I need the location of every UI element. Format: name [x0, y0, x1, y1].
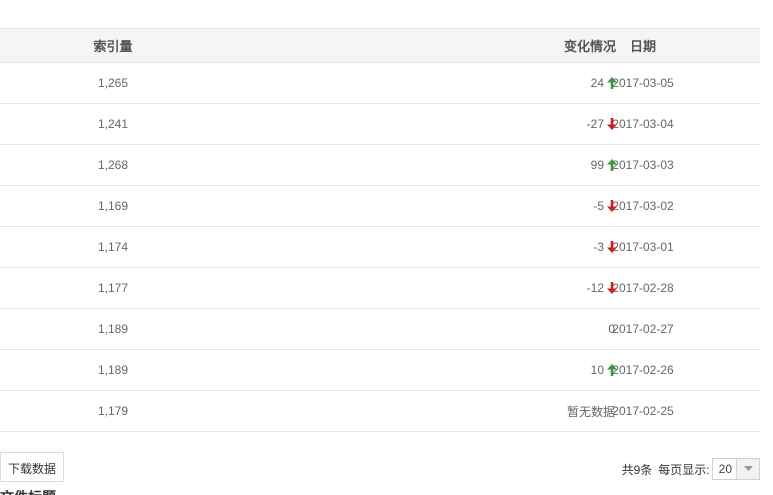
total-count: 共9条 — [621, 462, 653, 477]
change-wrapper: 0 — [226, 322, 618, 336]
change-value: -5 — [593, 199, 604, 213]
table-row: 1,265 24 2017-03-05 — [0, 62, 760, 104]
cell-index-count: 1,179 — [0, 390, 226, 432]
cell-change: -27 — [226, 103, 617, 145]
table-row: 1,179 暂无数据 2017-02-25 — [0, 390, 760, 432]
change-wrapper: 10 — [226, 363, 618, 377]
page: 索引量 变化情况 日期 1,265 24 2017-03-05 1,241 -27 201… — [0, 0, 773, 495]
header-change-label: 变化情况 — [563, 39, 616, 54]
cell-index-count: 1,169 — [0, 185, 226, 227]
change-value: 暂无数据 — [566, 404, 615, 419]
header-index-count: 索引量 — [0, 28, 226, 63]
table-header: 索引量 变化情况 日期 — [0, 28, 760, 63]
change-value: -3 — [593, 240, 604, 254]
table-row: 1,169 -5 2017-03-02 — [0, 185, 760, 227]
index-table: 索引量 变化情况 日期 1,265 24 2017-03-05 1,241 -27 201… — [0, 28, 760, 432]
table-row: 1,268 99 2017-03-03 — [0, 144, 760, 186]
change-value: 10 — [590, 363, 604, 377]
change-wrapper: 24 — [226, 76, 618, 90]
section-heading-partial: 文件标题 — [0, 490, 56, 495]
table-row: 1,189 0 2017-02-27 — [0, 308, 760, 350]
cell-index-count: 1,189 — [0, 349, 226, 391]
table-row: 1,177 -12 2017-02-28 — [0, 267, 760, 309]
cell-index-count: 1,268 — [0, 144, 226, 186]
index-table-wrapper: 索引量 变化情况 日期 1,265 24 2017-03-05 1,241 -27 201… — [0, 28, 760, 432]
cell-index-count: 1,265 — [0, 62, 226, 104]
cell-change: 10 — [226, 349, 617, 391]
per-page-label: 每页显示: — [658, 462, 710, 477]
cell-index-count: 1,189 — [0, 308, 226, 350]
change-wrapper: 99 — [226, 158, 618, 172]
table-row: 1,174 -3 2017-03-01 — [0, 226, 760, 268]
cell-change: -12 — [226, 267, 617, 309]
chevron-down-icon[interactable] — [736, 459, 759, 479]
cell-change: 24 — [226, 62, 617, 104]
change-wrapper: 暂无数据 — [226, 403, 618, 420]
table-row: 1,241 -27 2017-03-04 — [0, 103, 760, 145]
download-data-button[interactable]: 下载数据 — [0, 452, 64, 482]
change-wrapper: -27 — [226, 117, 618, 131]
change-wrapper: -3 — [226, 240, 618, 254]
change-value: 99 — [590, 158, 604, 172]
cell-change: -3 — [226, 226, 617, 268]
cell-change: 0 — [226, 308, 615, 350]
per-page-value: 20 — [718, 462, 732, 476]
change-value: 24 — [590, 76, 604, 90]
cell-change: -5 — [226, 185, 617, 227]
table-row: 1,189 10 2017-02-26 — [0, 349, 760, 391]
table-body: 1,265 24 2017-03-05 1,241 -27 2017-03-04 1,268… — [0, 62, 760, 432]
per-page-select[interactable]: 20 — [711, 458, 760, 480]
header-change: 变化情况 — [226, 28, 616, 63]
cell-index-count: 1,174 — [0, 226, 226, 268]
cell-change: 暂无数据 — [226, 390, 615, 432]
pagination: 共9条 每页显示: 20 — [622, 457, 760, 481]
cell-index-count: 1,177 — [0, 267, 226, 309]
change-value: -12 — [586, 281, 604, 295]
table-header-row: 索引量 变化情况 日期 — [0, 28, 760, 63]
cell-index-count: 1,241 — [0, 103, 226, 145]
change-wrapper: -12 — [226, 281, 618, 295]
change-wrapper: -5 — [226, 199, 618, 213]
change-value: -27 — [586, 117, 604, 131]
cell-change: 99 — [226, 144, 617, 186]
